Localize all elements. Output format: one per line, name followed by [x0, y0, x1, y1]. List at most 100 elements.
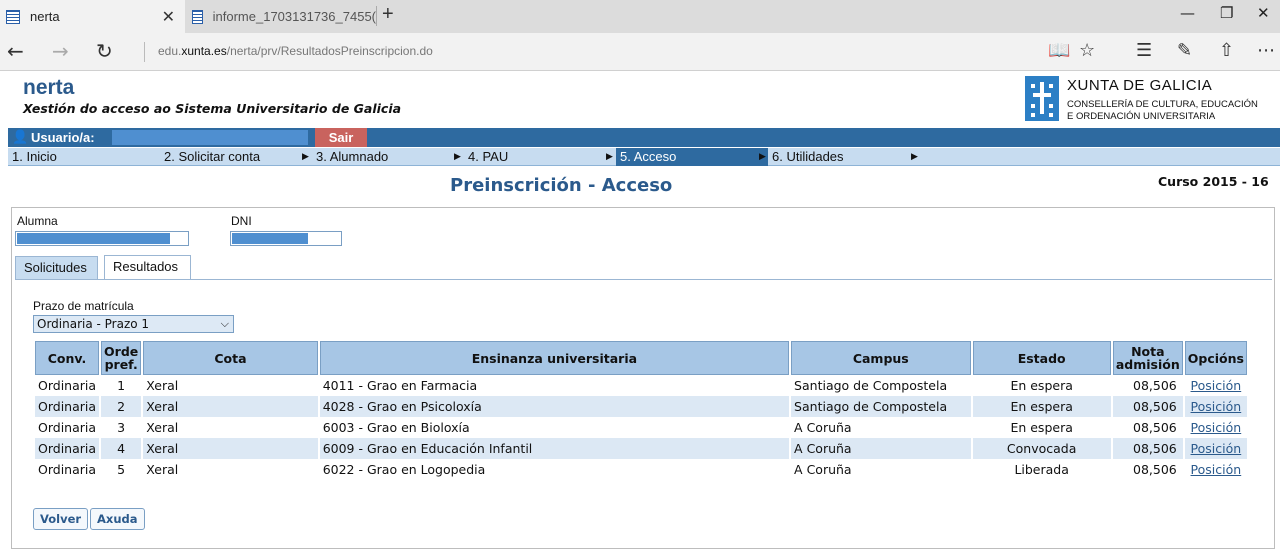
app-subtitle: Xestión do acceso ao Sistema Universitar… [23, 101, 402, 116]
student-field [15, 231, 189, 246]
cell-campus: A Coruña [794, 462, 852, 477]
refresh-icon[interactable]: ↻ [96, 39, 113, 63]
cell-campus: Santiago de Compostela [791, 396, 971, 417]
app-logo: nerta [23, 76, 75, 99]
cell-opcion: Posición [1184, 396, 1247, 417]
col-header-cota: Cota [143, 341, 318, 375]
prazo-select[interactable]: Ordinaria - Prazo 1 ⌵ [33, 315, 234, 333]
page-favicon-icon [192, 9, 203, 24]
submenu-arrow-icon: ▶ [302, 152, 309, 162]
close-tab-icon[interactable]: ✕ [162, 7, 175, 27]
tab-title: informe_1703131736_7455( [212, 9, 376, 24]
col-header-ensinanza: Ensinanza universitaria [319, 341, 790, 375]
col-header-estado: Estado [972, 341, 1111, 375]
posicion-link[interactable]: Posición [1191, 441, 1242, 456]
user-bar: 👤 Usuario/a: Sair [8, 128, 1280, 147]
dni-label: DNI [231, 214, 252, 228]
table-row: Ordinaria 1 Xeral 4011 - Grao en Farmaci… [35, 375, 1247, 396]
hub-icon[interactable]: ☰ [1136, 40, 1152, 61]
posicion-link[interactable]: Posición [1191, 399, 1242, 414]
cell-cota: Xeral [143, 438, 318, 459]
cell-cota: Xeral [143, 396, 318, 417]
tab-divider [376, 6, 377, 26]
cell-estado: En espera [972, 396, 1111, 417]
cell-opcion: Posición [1185, 417, 1247, 438]
cell-estado: En espera [1010, 378, 1073, 393]
org-title: XUNTA DE GALICIA [1067, 77, 1213, 94]
posicion-link[interactable]: Posición [1191, 378, 1242, 393]
favorite-star-icon[interactable]: ☆ [1079, 40, 1095, 61]
back-arrow-icon[interactable]: ← [7, 39, 24, 63]
table-row: Ordinaria 2 Xeral 4028 - Grao en Psicolo… [35, 396, 1247, 417]
student-label: Alumna [17, 214, 58, 228]
cell-ensinanza: 4028 - Grao en Psicoloxía [319, 396, 790, 417]
results-table: Conv. Orde pref. Cota Ensinanza universi… [33, 341, 1249, 480]
submenu-arrow-icon: ▶ [454, 152, 461, 162]
address-bar: ← → ↻ edu.xunta.es/nerta/prv/ResultadosP… [0, 33, 1280, 71]
close-window-icon[interactable]: ✕ [1257, 4, 1270, 22]
reading-view-icon[interactable]: 📖 [1048, 40, 1070, 61]
user-icon: 👤 [12, 130, 29, 145]
cell-orde: 3 [117, 420, 126, 435]
menu-item-pau[interactable]: 4. PAU [464, 148, 616, 166]
submenu-arrow-icon: ▶ [759, 152, 766, 162]
cell-conv: Ordinaria [35, 396, 100, 417]
new-tab-icon[interactable]: + [382, 3, 394, 26]
chevron-down-icon: ⌵ [220, 317, 229, 330]
forward-arrow-icon[interactable]: → [52, 39, 69, 63]
cell-orde: 5 [117, 462, 126, 477]
user-name-redacted [112, 130, 308, 145]
cell-orde: 4 [101, 438, 142, 459]
user-label: Usuario/a: [31, 130, 95, 145]
xunta-emblem-icon [1025, 76, 1059, 121]
web-note-icon[interactable]: ✎ [1177, 40, 1192, 61]
course-label: Curso 2015 - 16 [1158, 174, 1269, 189]
logout-button[interactable]: Sair [315, 128, 367, 147]
posicion-link[interactable]: Posición [1191, 462, 1242, 477]
cell-opcion: Posición [1185, 459, 1247, 480]
submenu-arrow-icon: ▶ [911, 152, 918, 162]
cell-cota: Xeral [146, 462, 179, 477]
restore-icon[interactable]: ❐ [1220, 4, 1233, 22]
cell-campus: A Coruña [791, 438, 971, 459]
menu-item-alumnado[interactable]: 3. Alumnado [312, 148, 464, 166]
share-icon[interactable]: ⇧ [1219, 40, 1234, 61]
minimize-icon[interactable]: — [1180, 4, 1195, 22]
tab-title: nerta [30, 9, 60, 24]
col-header-nota: Nota admisión [1112, 341, 1183, 375]
browser-tab-informe[interactable]: informe_1703131736_7455( [186, 0, 376, 33]
more-icon[interactable]: ⋯ [1257, 40, 1275, 61]
posicion-link[interactable]: Posición [1191, 420, 1242, 435]
org-subtitle: CONSELLERÍA DE CULTURA, EDUCACIÓN E ORDE… [1067, 99, 1258, 122]
cell-opcion: Posición [1185, 375, 1247, 396]
url-field[interactable]: edu.xunta.es/nerta/prv/ResultadosPreinsc… [158, 44, 433, 58]
menu-item-utilidades[interactable]: 6. Utilidades [768, 148, 920, 166]
url-divider [144, 42, 145, 62]
menu-item-inicio[interactable]: 1. Inicio [8, 148, 160, 166]
menu-item-acceso[interactable]: 5. Acceso [616, 148, 768, 166]
cell-cota: Xeral [146, 378, 179, 393]
cell-ensinanza: 6022 - Grao en Logopedia [322, 462, 486, 477]
table-row: Ordinaria 5 Xeral 6022 - Grao en Logoped… [35, 459, 1247, 480]
prazo-label: Prazo de matrícula [33, 299, 134, 313]
cell-campus: Santiago de Compostela [794, 378, 948, 393]
col-header-orde: Orde pref. [101, 341, 142, 375]
tab-solicitudes[interactable]: Solicitudes [15, 256, 98, 280]
cell-conv: Ordinaria [38, 378, 97, 393]
cell-estado: Convocada [972, 438, 1111, 459]
volver-button[interactable]: Volver [33, 508, 89, 530]
cell-orde: 2 [101, 396, 142, 417]
col-header-conv: Conv. [35, 341, 100, 375]
cell-nota: 08,506 [1112, 396, 1183, 417]
cell-campus: A Coruña [794, 420, 852, 435]
cell-estado: En espera [1010, 420, 1073, 435]
cell-nota: 08,506 [1133, 378, 1177, 393]
cell-orde: 1 [117, 378, 126, 393]
axuda-button[interactable]: Axuda [90, 508, 145, 530]
table-row: Ordinaria 3 Xeral 6003 - Grao en Bioloxí… [35, 417, 1247, 438]
browser-tab-nerta[interactable]: nerta ✕ [0, 0, 185, 33]
tab-resultados[interactable]: Resultados [104, 255, 191, 280]
tab-underline [15, 279, 1272, 280]
menu-item-solicitar-conta[interactable]: 2. Solicitar conta [160, 148, 312, 166]
cell-nota: 08,506 [1133, 462, 1177, 477]
